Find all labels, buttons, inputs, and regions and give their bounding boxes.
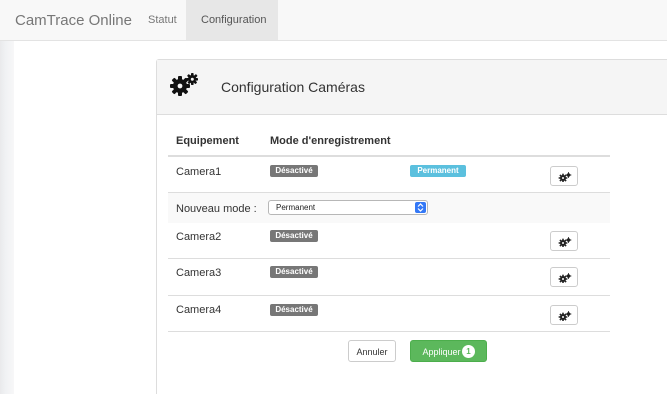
camera-name: Camera1 <box>176 166 222 178</box>
cancel-button[interactable]: Annuler <box>348 340 396 362</box>
status-badge: Désactivé <box>270 165 318 177</box>
gears-icon <box>558 273 572 283</box>
new-mode-label: Nouveau mode : <box>176 203 257 215</box>
column-header-equipement: Equipement <box>176 135 239 147</box>
column-header-mode: Mode d'enregistrement <box>270 135 391 147</box>
camera-name: Camera2 <box>176 231 222 243</box>
select-value: Permanent <box>276 203 316 212</box>
camera1-config-button[interactable] <box>550 166 578 186</box>
camera-name: Camera3 <box>176 267 222 279</box>
gears-icon <box>558 311 572 321</box>
status-badge: Désactivé <box>270 304 318 316</box>
row-divider <box>168 331 610 332</box>
status-badge: Désactivé <box>270 230 318 242</box>
new-mode-badge: Permanent <box>410 165 466 177</box>
camera-name: Camera4 <box>176 304 222 316</box>
camera3-config-button[interactable] <box>550 267 578 287</box>
top-navbar: CamTrace Online Statut Configuration <box>0 0 667 41</box>
row-divider <box>168 295 610 296</box>
table-row <box>168 157 610 192</box>
camera2-config-button[interactable] <box>550 231 578 251</box>
apply-button-label: Appliquer <box>422 347 461 357</box>
brand-title[interactable]: CamTrace Online <box>15 0 132 41</box>
row-divider <box>168 258 610 259</box>
select-arrows-icon <box>415 202 426 213</box>
camera4-config-button[interactable] <box>550 305 578 325</box>
nav-link-statut[interactable]: Statut <box>148 0 177 40</box>
panel-title: Configuration Caméras <box>221 79 365 95</box>
sidebar <box>14 41 155 394</box>
pending-count-badge: 1 <box>462 345 475 358</box>
apply-button[interactable]: Appliquer 1 <box>410 340 487 362</box>
gears-icon <box>169 73 201 102</box>
gears-icon <box>558 172 572 182</box>
gears-icon <box>558 237 572 247</box>
nav-link-configuration[interactable]: Configuration <box>186 0 278 40</box>
status-badge: Désactivé <box>270 266 318 278</box>
panel-heading: Configuration Caméras <box>157 60 667 115</box>
new-mode-select[interactable]: Permanent <box>268 200 428 215</box>
